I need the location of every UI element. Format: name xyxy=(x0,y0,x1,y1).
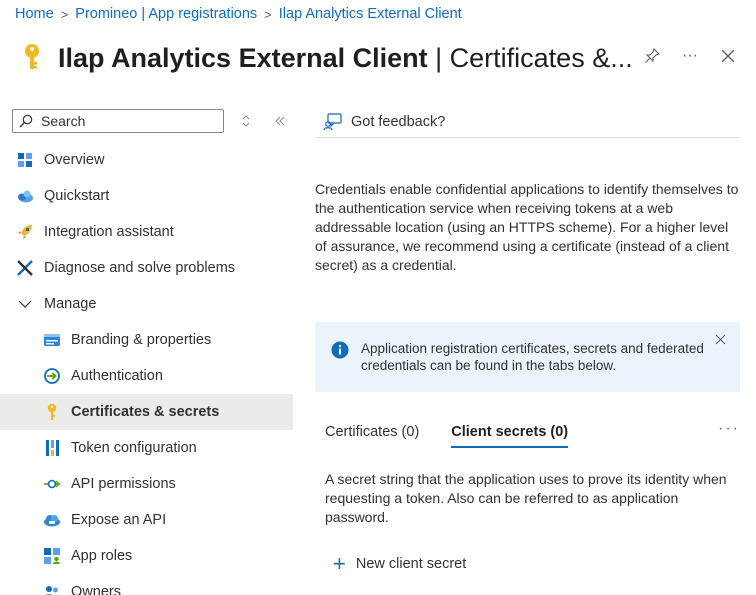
cloud-icon xyxy=(43,511,61,529)
info-banner-text: Application registration certificates, s… xyxy=(361,341,704,373)
feedback-button[interactable]: Got feedback? xyxy=(315,106,740,138)
breadcrumb-separator-icon: > xyxy=(60,6,69,22)
breadcrumb: Home > Promineo | App registrations > Il… xyxy=(15,6,462,22)
feedback-label: Got feedback? xyxy=(351,113,446,130)
collapse-sidebar-icon[interactable] xyxy=(268,109,292,133)
sidebar-item-label: App roles xyxy=(71,548,133,564)
search-row xyxy=(12,108,292,134)
owners-icon xyxy=(43,583,61,595)
sidebar-item-branding[interactable]: Branding & properties xyxy=(0,322,293,358)
sidebar-item-api-permissions[interactable]: API permissions xyxy=(0,466,293,502)
sidebar-item-label: Branding & properties xyxy=(71,332,212,348)
rocket-icon xyxy=(16,223,34,241)
sidebar-item-token-configuration[interactable]: Token configuration xyxy=(0,430,293,466)
info-icon xyxy=(331,341,351,361)
search-input[interactable] xyxy=(41,113,221,129)
page-header: Ilap Analytics External Client | Certifi… xyxy=(20,36,740,80)
client-secret-description: A secret string that the application use… xyxy=(325,471,727,525)
sidebar-item-label: Integration assistant xyxy=(44,224,174,240)
new-client-secret-button[interactable]: + New client secret xyxy=(333,551,467,576)
sidebar-item-overview[interactable]: Overview xyxy=(0,142,293,178)
sidebar-item-label: Token configuration xyxy=(71,440,197,456)
key-icon xyxy=(20,42,44,74)
breadcrumb-home[interactable]: Home xyxy=(15,6,54,22)
search-box xyxy=(12,109,224,133)
wrench-icon xyxy=(16,259,34,277)
sidebar-item-label: Certificates & secrets xyxy=(71,404,220,420)
sidebar-item-certificates-secrets[interactable]: Certificates & secrets xyxy=(0,394,293,430)
authentication-icon xyxy=(43,367,61,385)
sidebar-item-quickstart[interactable]: Quickstart xyxy=(0,178,293,214)
token-icon xyxy=(43,439,61,457)
credentials-description: Credentials enable confidential applicat… xyxy=(315,181,739,273)
sidebar-item-integration-assistant[interactable]: Integration assistant xyxy=(0,214,293,250)
app-roles-icon xyxy=(43,547,61,565)
breadcrumb-app[interactable]: Ilap Analytics External Client xyxy=(279,6,462,22)
feedback-icon xyxy=(323,112,343,131)
sidebar-nav: Overview Quickstart Integration assistan… xyxy=(0,142,293,595)
search-icon xyxy=(19,114,35,128)
sort-icon[interactable] xyxy=(234,109,258,133)
sidebar-item-label: Overview xyxy=(44,152,105,168)
quickstart-icon xyxy=(16,187,34,205)
sidebar-item-label: API permissions xyxy=(71,476,176,492)
more-options-icon[interactable]: ··· xyxy=(678,44,702,68)
api-permissions-icon xyxy=(43,475,61,493)
sidebar-item-authentication[interactable]: Authentication xyxy=(0,358,293,394)
sidebar-item-label: Authentication xyxy=(71,368,163,384)
sidebar-item-label: Expose an API xyxy=(71,512,167,528)
chevron-down-icon xyxy=(16,295,34,313)
main-content: Got feedback? Credentials enable confide… xyxy=(315,106,740,575)
title-actions: ··· xyxy=(640,44,740,68)
sidebar-item-label: Owners xyxy=(71,584,121,595)
sidebar-item-app-roles[interactable]: App roles xyxy=(0,538,293,574)
plus-icon: + xyxy=(333,551,346,576)
key-icon xyxy=(43,403,61,421)
credentials-tabs: Certificates (0) Client secrets (0) ··· xyxy=(325,420,740,454)
overview-icon xyxy=(16,151,34,169)
tab-client-secrets[interactable]: Client secrets (0) xyxy=(451,424,569,448)
sidebar-group-manage[interactable]: Manage xyxy=(0,286,293,322)
more-options-icon[interactable]: ··· xyxy=(718,420,740,438)
close-icon[interactable] xyxy=(715,332,726,349)
sidebar-item-diagnose[interactable]: Diagnose and solve problems xyxy=(0,250,293,286)
sidebar-item-label: Quickstart xyxy=(44,188,110,204)
tab-certificates[interactable]: Certificates (0) xyxy=(325,424,419,446)
breadcrumb-app-registrations[interactable]: Promineo | App registrations xyxy=(75,6,257,22)
sidebar-item-label: Diagnose and solve problems xyxy=(44,260,236,276)
branding-icon xyxy=(43,331,61,349)
sidebar-item-label: Manage xyxy=(44,296,97,312)
close-icon[interactable] xyxy=(716,44,740,68)
sidebar-item-owners[interactable]: Owners xyxy=(0,574,293,595)
breadcrumb-separator-icon: > xyxy=(264,6,272,22)
sidebar: Overview Quickstart Integration assistan… xyxy=(0,106,293,595)
page-title: Ilap Analytics External Client | Certifi… xyxy=(58,42,633,73)
pin-icon[interactable] xyxy=(640,44,664,68)
new-client-secret-label: New client secret xyxy=(355,556,467,572)
sidebar-item-expose-api[interactable]: Expose an API xyxy=(0,502,293,538)
info-banner: Application registration certificates, s… xyxy=(315,322,740,392)
